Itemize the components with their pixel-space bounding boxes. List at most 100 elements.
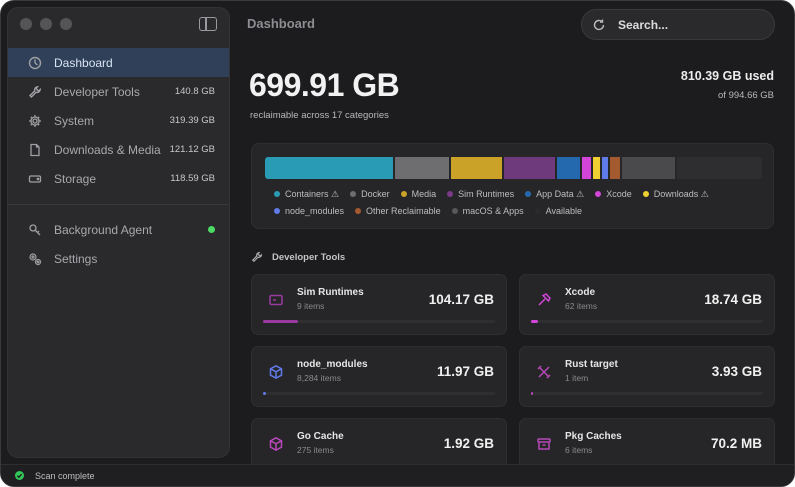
legend-swatch	[525, 191, 532, 197]
category-card-sim-runtimes[interactable]: Sim Runtimes 9 items 104.17 GB	[251, 274, 507, 335]
legend-item: Docker	[350, 188, 390, 200]
legend-item: Containers ⚠	[274, 188, 339, 200]
storage-bar	[265, 157, 762, 179]
storage-segment-media[interactable]	[451, 157, 503, 179]
sidebar-item-size: 319.39 GB	[169, 115, 215, 126]
disk-capacity: of 994.66 GB	[718, 90, 774, 101]
app-window: Dashboard Developer Tools 140.8 GB Syste…	[0, 0, 795, 487]
legend-item: Xcode	[595, 188, 632, 200]
category-size: 18.74 GB	[704, 292, 762, 307]
sidebar-toggle-icon[interactable]	[199, 17, 217, 31]
category-size: 1.92 GB	[443, 436, 494, 451]
storage-segment-other-reclaimable[interactable]	[610, 157, 620, 179]
legend-label: macOS & Apps	[462, 206, 524, 216]
refresh-icon[interactable]	[592, 18, 606, 32]
category-usage-track	[263, 392, 495, 395]
reclaimable-total: 699.91 GB	[249, 67, 400, 103]
sidebar-item-storage[interactable]: Storage 118.59 GB	[8, 164, 229, 193]
storage-segment-available[interactable]	[677, 157, 762, 179]
sidebar-item-size: 118.59 GB	[170, 173, 215, 184]
legend-swatch	[350, 191, 357, 197]
package-icon	[268, 436, 284, 452]
category-usage-track	[531, 392, 763, 395]
category-item-count: 8,284 items	[297, 373, 341, 383]
section-title: Developer Tools	[272, 251, 346, 263]
legend-swatch	[534, 208, 541, 214]
sidebar-item-label: Dashboard	[54, 55, 113, 70]
sidebar-item-developer-tools[interactable]: Developer Tools 140.8 GB	[8, 77, 229, 106]
status-bar: Scan complete	[1, 464, 794, 486]
sidebar-item-label: Developer Tools	[54, 84, 140, 99]
storage-segment-macos-apps[interactable]	[621, 157, 676, 179]
hammer-icon	[536, 292, 552, 308]
sidebar-item-size: 121.12 GB	[169, 144, 215, 155]
legend-label: Other Reclaimable	[366, 206, 441, 216]
sidebar-item-settings[interactable]: Settings	[8, 244, 229, 273]
legend-label: Docker	[361, 189, 390, 199]
sidebar-item-system[interactable]: System 319.39 GB	[8, 106, 229, 135]
category-item-count: 9 items	[297, 301, 325, 311]
legend-label: App Data ⚠	[536, 188, 585, 199]
section-header-developer-tools: Developer Tools	[251, 251, 345, 263]
legend-item: node_modules	[274, 205, 344, 217]
sidebar-item-label: Background Agent	[54, 222, 153, 237]
storage-segment-containers[interactable]	[265, 157, 393, 179]
legend-swatch	[355, 208, 362, 214]
gear-icon	[28, 114, 42, 128]
category-usage-track	[531, 320, 763, 323]
category-size: 3.93 GB	[711, 364, 762, 379]
storage-segment-xcode[interactable]	[582, 157, 591, 179]
legend-label: Containers ⚠	[285, 188, 340, 199]
legend-swatch	[447, 191, 454, 197]
legend-label: Downloads ⚠	[653, 188, 709, 199]
storage-segment-downloads[interactable]	[592, 157, 601, 179]
storage-breakdown-panel: Containers ⚠ Docker Media Sim Runtimes App D…	[251, 143, 774, 229]
storage-segment-docker[interactable]	[394, 157, 450, 179]
category-name: Sim Runtimes	[297, 287, 364, 298]
sidebar-nav: Dashboard Developer Tools 140.8 GB Syste…	[8, 48, 229, 273]
category-card-rust-target[interactable]: Rust target 1 item 3.93 GB	[519, 346, 775, 407]
category-card-node-modules[interactable]: node_modules 8,284 items 11.97 GB	[251, 346, 507, 407]
category-card-xcode[interactable]: Xcode 62 items 18.74 GB	[519, 274, 775, 335]
tools-icon	[536, 364, 552, 380]
main-content: Dashboard 699.91 GB reclaimable across 1…	[237, 1, 794, 479]
legend-item: Sim Runtimes	[447, 188, 514, 200]
sidebar-item-downloads-media[interactable]: Downloads & Media 121.12 GB	[8, 135, 229, 164]
category-item-count: 6 items	[565, 445, 593, 455]
sidebar-item-dashboard[interactable]: Dashboard	[8, 48, 229, 77]
page-title: Dashboard	[247, 16, 315, 31]
storage-segment-sim-runtimes[interactable]	[504, 157, 556, 179]
simulator-icon	[268, 292, 284, 308]
cube-icon	[268, 364, 284, 380]
zoom-button[interactable]	[60, 18, 72, 30]
legend-item: Media	[400, 188, 437, 200]
disk-used: 810.39 GB used	[680, 69, 774, 83]
gauge-icon	[28, 56, 42, 70]
category-name: Rust target	[565, 359, 618, 370]
close-button[interactable]	[20, 18, 32, 30]
legend-swatch	[595, 191, 602, 197]
storage-segment-node-modules[interactable]	[602, 157, 609, 179]
category-name: Go Cache	[297, 431, 344, 442]
search-field[interactable]	[581, 9, 775, 40]
sidebar-item-background-agent[interactable]: Background Agent	[8, 215, 229, 244]
legend-item: App Data ⚠	[525, 188, 584, 200]
legend-label: node_modules	[285, 206, 345, 216]
storage-segment-app-data[interactable]	[557, 157, 581, 179]
wrench-icon	[28, 85, 42, 99]
check-icon	[15, 471, 24, 480]
status-text: Scan complete	[35, 470, 95, 481]
minimize-button[interactable]	[40, 18, 52, 30]
sidebar-item-label: Storage	[54, 171, 97, 186]
category-size: 70.2 MB	[710, 436, 762, 451]
sidebar-item-label: System	[54, 113, 95, 128]
legend-swatch	[451, 208, 458, 214]
category-usage-track	[263, 320, 495, 323]
search-input[interactable]	[618, 17, 758, 32]
category-item-count: 1 item	[565, 373, 589, 383]
legend-label: Media	[411, 189, 437, 199]
storage-legend: Containers ⚠ Docker Media Sim Runtimes App D…	[274, 188, 754, 217]
legend-label: Sim Runtimes	[458, 189, 515, 199]
category-name: Xcode	[565, 287, 596, 298]
sidebar-item-label: Downloads & Media	[54, 142, 161, 157]
